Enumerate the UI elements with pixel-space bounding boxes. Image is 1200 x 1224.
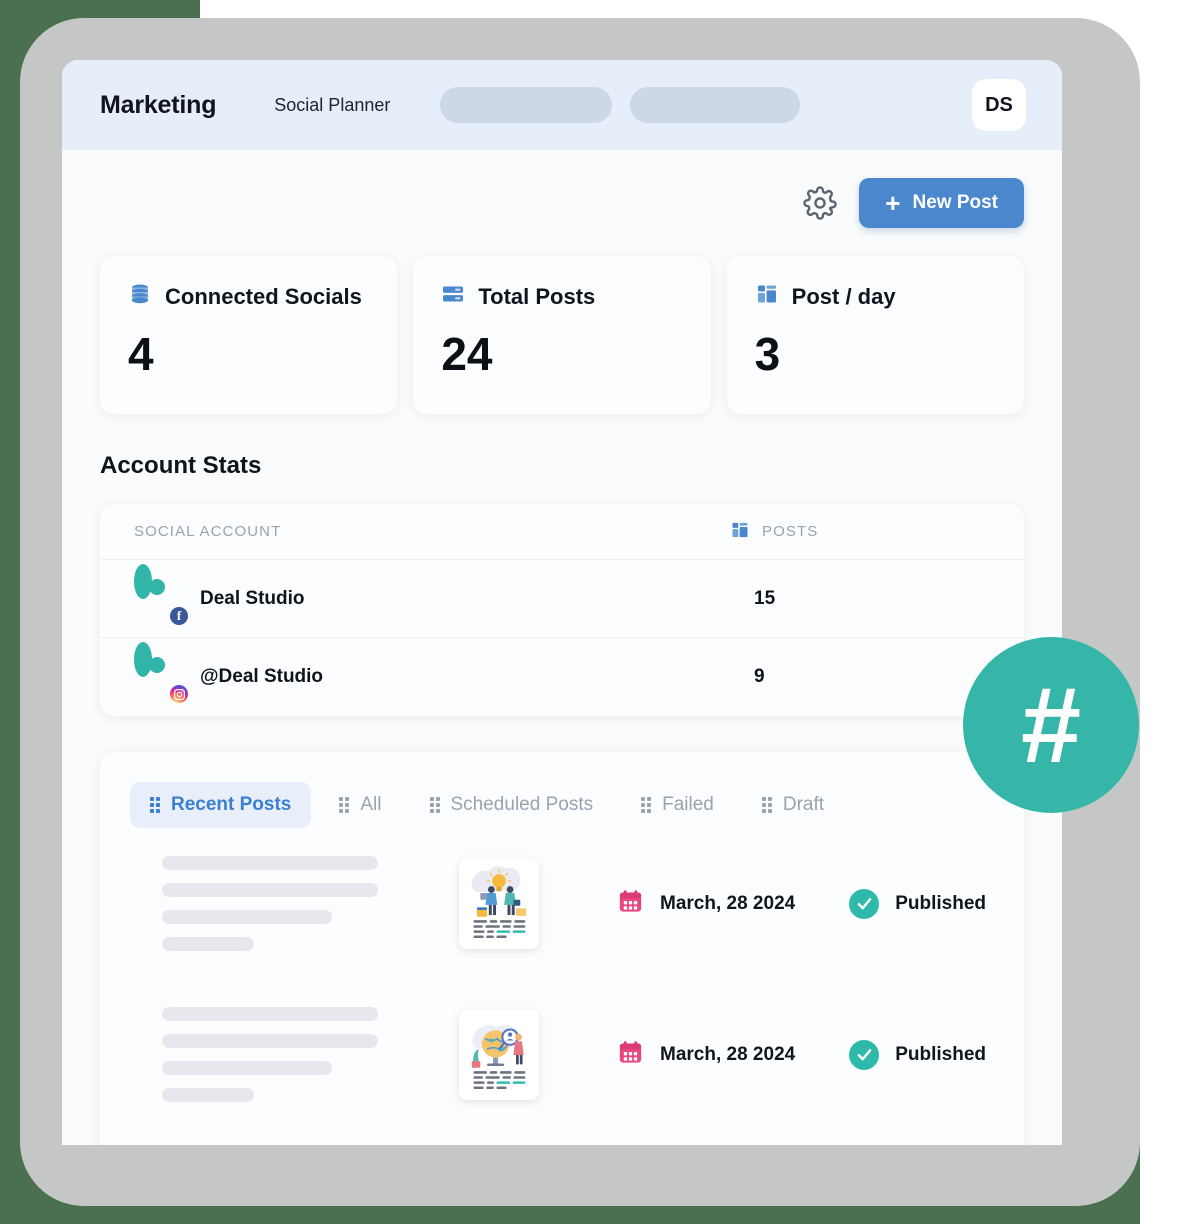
header-placeholder-pill-1[interactable] [440, 87, 613, 123]
skeleton-bar [162, 937, 254, 951]
tab-failed[interactable]: Failed [621, 782, 734, 828]
app-body: + New Post Connected Socials 4 Total Pos… [62, 150, 1062, 1145]
status-label: Published [895, 892, 986, 914]
post-thumbnail[interactable] [459, 858, 539, 949]
table-row[interactable]: f Deal Studio 15 [100, 560, 1024, 638]
check-circle-icon [849, 888, 880, 919]
grip-icon [761, 797, 772, 813]
account-cell: @Deal Studio [134, 642, 730, 705]
app-subtitle: Social Planner [274, 94, 391, 115]
stat-cards: Connected Socials 4 Total Posts 24 Post … [100, 256, 1024, 414]
layout-icon [730, 520, 750, 544]
tab-label: Draft [782, 794, 825, 815]
tab-scheduled-posts[interactable]: Scheduled Posts [410, 782, 614, 828]
post-text-placeholder [162, 856, 421, 951]
new-post-label: New Post [912, 192, 998, 213]
instagram-icon [168, 683, 190, 705]
post-date-label: March, 28 2024 [660, 1043, 796, 1065]
page-root: Marketing Social Planner DS + New Post C… [0, 0, 1200, 1224]
status-badge: Published [849, 1039, 986, 1070]
stat-card-connected-socials: Connected Socials 4 [100, 256, 398, 414]
account-ring-icon [134, 642, 152, 677]
white-area-right-edge [1140, 0, 1200, 1224]
user-avatar[interactable]: DS [972, 79, 1026, 131]
new-post-button[interactable]: + New Post [859, 178, 1024, 228]
skeleton-bar [162, 910, 332, 924]
posts-count: 15 [754, 587, 776, 609]
status-label: Published [895, 1043, 986, 1065]
stat-card-value: 4 [128, 328, 154, 380]
grip-icon [150, 797, 160, 813]
column-header-posts-label: POSTS [762, 523, 819, 540]
header-placeholder-pill-2[interactable] [630, 87, 801, 123]
app-window: Marketing Social Planner DS + New Post C… [62, 60, 1062, 1145]
skeleton-bar [162, 856, 378, 870]
hashtag-bubble: # [963, 637, 1139, 813]
stat-card-title: Connected Socials [165, 283, 362, 309]
plus-icon: + [885, 188, 901, 218]
post-list-item[interactable]: March, 28 2024 Published [130, 828, 994, 979]
stat-card-value: 3 [754, 328, 781, 380]
stat-card-title: Post / day [791, 283, 896, 309]
stat-card-header: Total Posts [441, 282, 684, 311]
post-text-placeholder [162, 1007, 421, 1102]
skeleton-bar [162, 1034, 378, 1048]
tab-label: Failed [662, 794, 714, 815]
stat-card-value: 24 [441, 328, 493, 380]
database-icon [128, 282, 152, 311]
stat-card-title: Total Posts [478, 283, 596, 309]
avatar [134, 642, 190, 705]
grip-icon [429, 797, 440, 813]
app-header: Marketing Social Planner DS [62, 60, 1062, 150]
skeleton-bar [162, 1007, 378, 1021]
layout-icon [755, 282, 779, 311]
account-stats-table: SOCIAL ACCOUNT POSTS f Deal Studio 15 @D… [100, 504, 1024, 716]
column-header-posts: POSTS [730, 520, 990, 544]
post-date: March, 28 2024 [617, 1039, 813, 1071]
page-title: Account Stats [100, 452, 262, 479]
calendar-icon [617, 1039, 644, 1071]
table-header: SOCIAL ACCOUNT POSTS [100, 504, 1024, 560]
toolbar: + New Post [100, 150, 1024, 228]
column-header-social-account: SOCIAL ACCOUNT [134, 523, 282, 540]
avatar: f [134, 563, 190, 627]
stat-card-total-posts: Total Posts 24 [413, 256, 711, 414]
skeleton-bar [162, 1061, 332, 1075]
server-icon [441, 282, 465, 311]
table-row[interactable]: @Deal Studio 9 [100, 638, 1024, 716]
facebook-icon: f [168, 604, 190, 627]
account-cell: f Deal Studio [134, 563, 730, 627]
stat-card-header: Connected Socials [128, 282, 371, 311]
posts-count: 9 [754, 666, 765, 687]
stat-card-header: Post / day [755, 282, 998, 311]
tab-label: Recent Posts [171, 794, 292, 815]
calendar-icon [617, 888, 644, 920]
check-circle-icon [849, 1039, 880, 1070]
account-name: Deal Studio [200, 587, 305, 609]
status-badge: Published [849, 888, 986, 919]
tab-recent-posts[interactable]: Recent Posts [130, 782, 312, 828]
gear-icon[interactable] [803, 186, 837, 220]
grip-icon [641, 797, 652, 813]
tab-label: All [360, 794, 382, 815]
tab-draft[interactable]: Draft [742, 782, 844, 828]
account-ring-icon [134, 563, 152, 599]
account-name: @Deal Studio [200, 666, 324, 687]
post-date: March, 28 2024 [617, 888, 813, 920]
skeleton-bar [162, 1088, 254, 1102]
skeleton-bar [162, 883, 378, 897]
post-thumbnail[interactable] [459, 1009, 539, 1100]
post-date-label: March, 28 2024 [660, 892, 796, 914]
recent-posts-panel: Recent Posts All Scheduled Posts Failed [100, 752, 1024, 1145]
stat-card-post-per-day: Post / day 3 [726, 256, 1024, 414]
post-list-item[interactable]: March, 28 2024 Published [130, 979, 994, 1130]
grip-icon [339, 797, 350, 813]
brand-title: Marketing [100, 90, 217, 119]
post-filter-tabs: Recent Posts All Scheduled Posts Failed [130, 782, 994, 828]
tab-all[interactable]: All [319, 782, 401, 828]
tab-label: Scheduled Posts [450, 794, 594, 815]
